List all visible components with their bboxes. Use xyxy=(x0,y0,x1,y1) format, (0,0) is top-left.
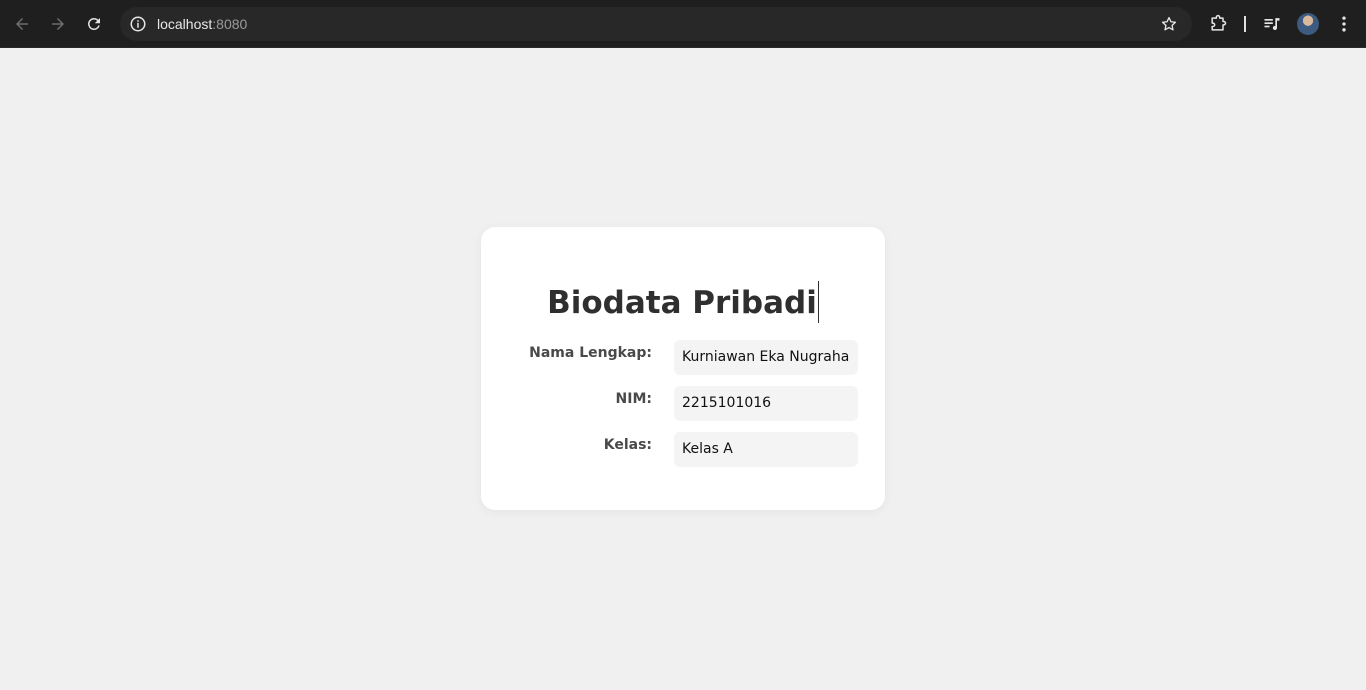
back-button[interactable] xyxy=(10,12,34,36)
info-icon[interactable] xyxy=(129,15,147,33)
text-caret xyxy=(817,281,819,323)
media-control-button[interactable] xyxy=(1261,13,1283,35)
star-icon[interactable] xyxy=(1160,15,1178,33)
nim-field[interactable]: 2215101016 xyxy=(674,386,858,421)
address-bar[interactable]: localhost:8080 xyxy=(120,7,1192,41)
reload-icon xyxy=(87,17,100,30)
biodata-card: Biodata Pribadi Nama Lengkap: Kurniawan … xyxy=(481,227,885,510)
forward-arrow-icon xyxy=(52,18,64,30)
forward-button[interactable] xyxy=(46,12,70,36)
class-field[interactable]: Kelas A xyxy=(674,432,858,467)
class-label: Kelas: xyxy=(603,437,652,453)
page-title: Biodata Pribadi xyxy=(481,281,885,323)
nim-label: NIM: xyxy=(615,391,652,407)
reload-button[interactable] xyxy=(82,12,106,36)
back-arrow-icon xyxy=(16,18,28,30)
url-port: :8080 xyxy=(212,16,248,32)
url-host: localhost xyxy=(157,16,213,32)
full-name-field[interactable]: Kurniawan Eka Nugraha xyxy=(674,340,858,375)
extensions-button[interactable] xyxy=(1207,13,1229,35)
kebab-menu-icon xyxy=(1342,16,1346,32)
media-control-icon xyxy=(1264,18,1280,31)
url-text[interactable]: localhost:8080 xyxy=(157,15,247,33)
avatar[interactable] xyxy=(1297,13,1319,35)
page-title-text: Biodata Pribadi xyxy=(547,285,817,321)
browser-toolbar: localhost:8080 xyxy=(0,0,1366,48)
toolbar-divider xyxy=(1244,16,1246,32)
extensions-icon xyxy=(1211,14,1227,31)
full-name-label: Nama Lengkap: xyxy=(529,345,652,361)
menu-button[interactable] xyxy=(1333,13,1355,35)
